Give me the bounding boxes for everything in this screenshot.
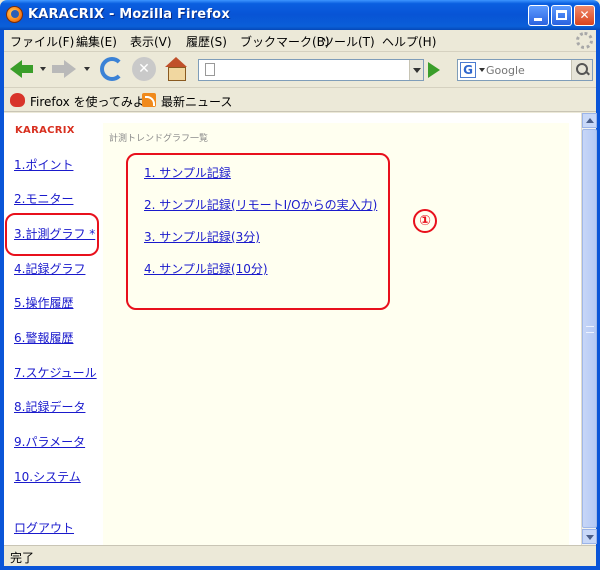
throbber-icon (576, 32, 593, 49)
search-magnifier-icon[interactable] (571, 60, 592, 80)
sidebar-item-alarm-history[interactable]: 6.警報履歴 (14, 329, 73, 346)
status-bar: 完了 (4, 545, 596, 566)
sidebar-item-logout[interactable]: ログアウト (14, 519, 74, 536)
annotation-highlight-sidebar (5, 213, 99, 256)
menu-help[interactable]: ヘルプ(H) (382, 33, 436, 50)
navigation-toolbar: ✕ G (4, 52, 596, 88)
window-frame-bottom (0, 566, 600, 570)
url-bar[interactable] (198, 59, 424, 81)
menu-history[interactable]: 履歴(S) (186, 33, 227, 50)
sidebar-item-record-data[interactable]: 8.記録データ (14, 398, 85, 415)
vertical-scrollbar[interactable] (581, 113, 597, 545)
go-arrow-icon[interactable] (428, 62, 440, 78)
annotation-highlight-links (126, 153, 390, 310)
page-icon (205, 63, 215, 76)
home-icon[interactable] (164, 57, 188, 81)
url-history-dropdown-icon[interactable] (409, 60, 423, 80)
reload-icon[interactable] (100, 57, 124, 81)
menu-tools[interactable]: ツール(T) (322, 33, 375, 50)
sidebar-item-system[interactable]: 10.システム (14, 468, 81, 485)
menu-view[interactable]: 表示(V) (130, 33, 172, 50)
scroll-down-icon[interactable] (582, 529, 597, 544)
sidebar-item-schedule[interactable]: 7.スケジュール (14, 364, 97, 381)
maximize-button[interactable] (551, 5, 572, 26)
minimize-button[interactable] (528, 5, 549, 26)
maximize-icon (556, 10, 567, 20)
menu-file[interactable]: ファイル(F) (10, 33, 74, 50)
back-arrow-icon[interactable] (10, 57, 34, 81)
bookmark-latest-news[interactable]: 最新ニュース (161, 93, 232, 110)
window-title: KARACRIX - Mozilla Firefox (28, 7, 230, 22)
scroll-thumb[interactable] (582, 129, 597, 528)
title-bar: KARACRIX - Mozilla Firefox ✕ (0, 0, 600, 30)
menu-bookmarks[interactable]: ブックマーク(B) (240, 33, 330, 50)
sidebar-item-point[interactable]: 1.ポイント (14, 156, 73, 173)
search-input[interactable] (486, 63, 568, 77)
page-title: 計測トレンドグラフ一覧 (109, 134, 209, 144)
forward-history-chevron-icon[interactable] (84, 67, 90, 71)
sidebar: KARACRIX 1.ポイント 2.モニター 3.計測グラフ * 4.記録グラフ… (4, 113, 103, 545)
bookmarks-toolbar: Firefox を使ってみよう 最新ニュース (4, 88, 596, 112)
scroll-grip-icon (586, 326, 594, 333)
sidebar-item-parameters[interactable]: 9.パラメータ (14, 433, 85, 450)
minimize-icon (534, 18, 542, 21)
search-bar: G (457, 59, 593, 81)
stop-icon[interactable]: ✕ (132, 57, 156, 81)
close-button[interactable]: ✕ (574, 5, 595, 26)
search-engine-chevron-icon[interactable] (479, 68, 485, 72)
menu-bar: ファイル(F) 編集(E) 表示(V) 履歴(S) ブックマーク(B) ツール(… (4, 30, 596, 52)
brand-logo: KARACRIX (15, 125, 75, 136)
sidebar-item-record-graph[interactable]: 4.記録グラフ (14, 260, 85, 277)
firefox-bookmark-icon (10, 93, 25, 107)
scroll-up-icon[interactable] (582, 113, 597, 128)
menu-edit[interactable]: 編集(E) (76, 33, 117, 50)
sidebar-item-monitor[interactable]: 2.モニター (14, 190, 73, 207)
annotation-marker: ① (413, 209, 437, 233)
firefox-app-icon (6, 6, 23, 23)
sidebar-item-operation-history[interactable]: 5.操作履歴 (14, 294, 73, 311)
rss-feed-icon (142, 93, 156, 107)
bookmark-getting-started[interactable]: Firefox を使ってみよう (30, 93, 157, 110)
back-history-chevron-icon[interactable] (40, 67, 46, 71)
forward-arrow-icon[interactable] (52, 57, 76, 81)
status-text: 完了 (10, 551, 35, 565)
close-icon: ✕ (579, 8, 590, 22)
google-engine-icon[interactable]: G (460, 62, 476, 78)
